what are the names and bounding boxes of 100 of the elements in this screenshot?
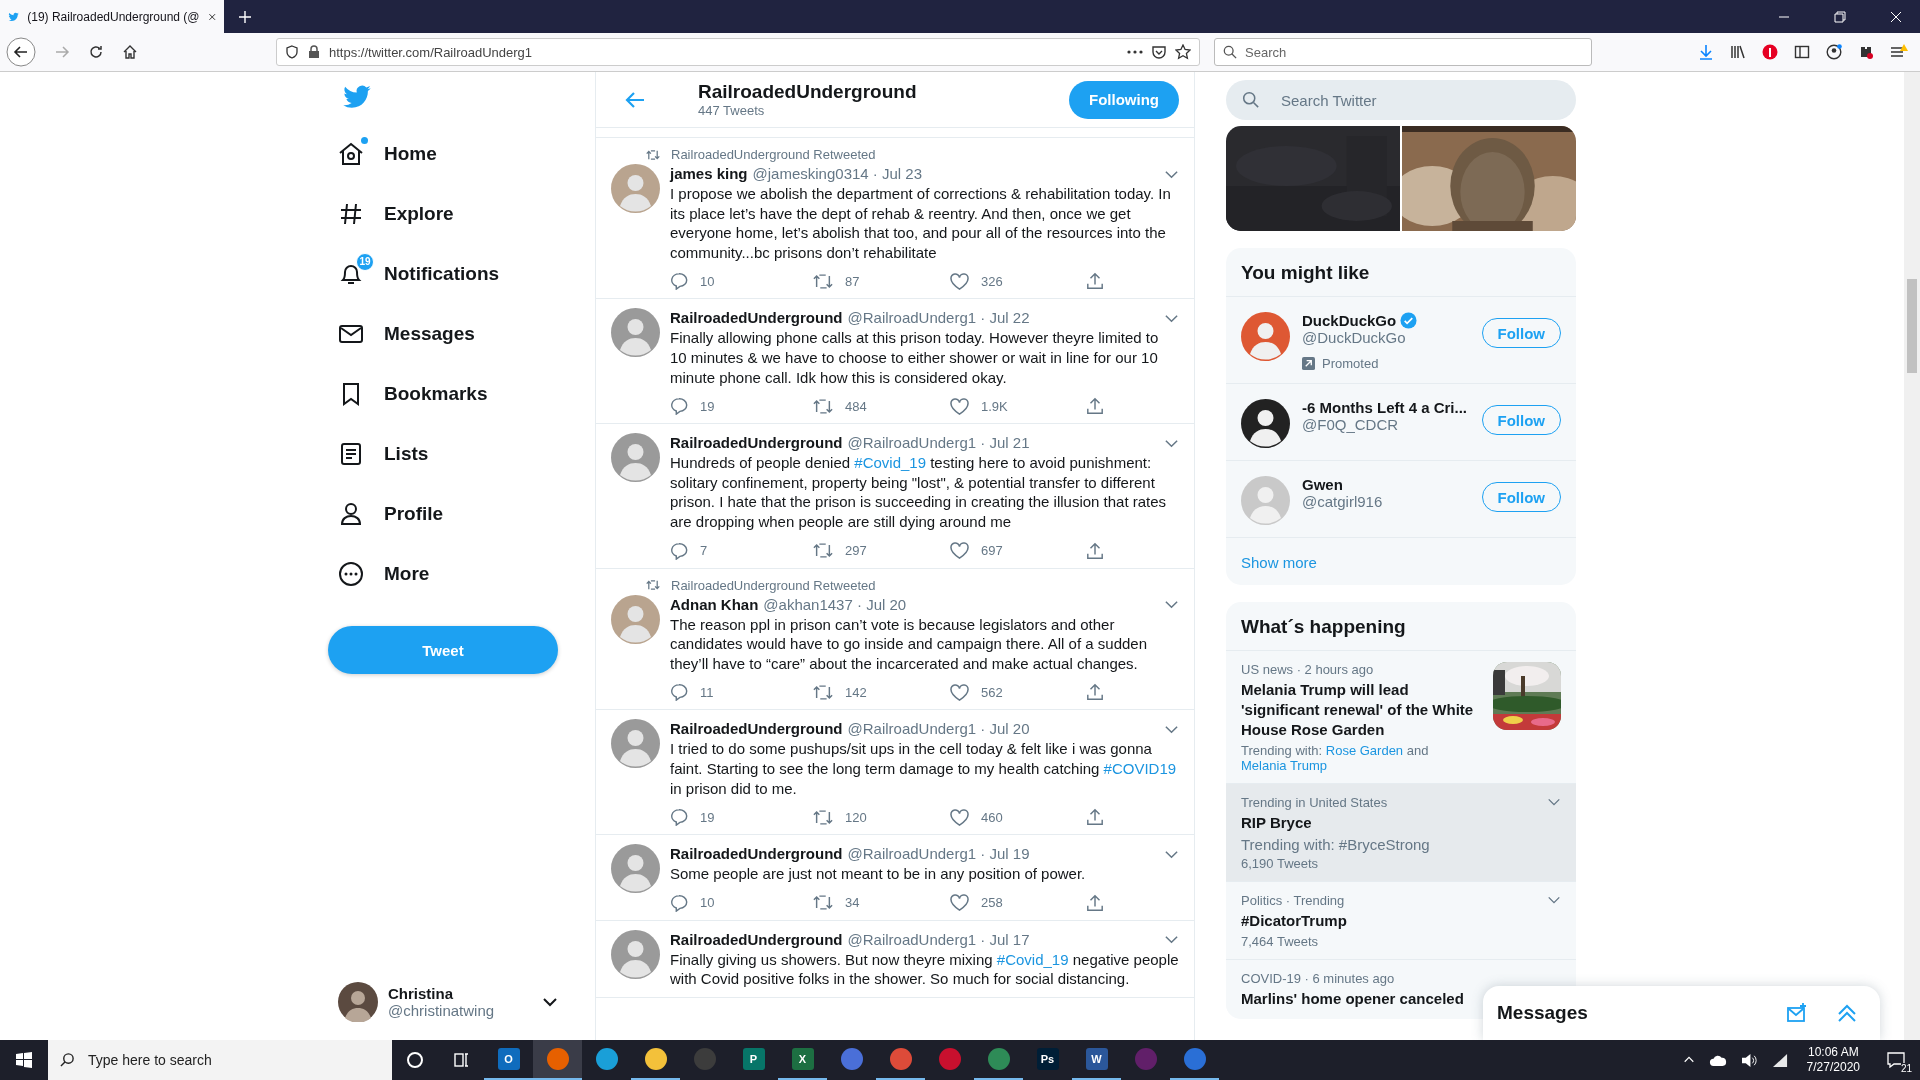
download-icon[interactable] xyxy=(1698,44,1714,60)
trend-tweet-count: 6,190 Tweets xyxy=(1241,856,1320,871)
heart-icon[interactable] xyxy=(950,894,969,912)
share-icon[interactable] xyxy=(1086,893,1104,912)
like-count: 697 xyxy=(981,543,1003,559)
nav-item[interactable]: Explore xyxy=(328,184,470,244)
nav-item[interactable]: Profile xyxy=(328,484,460,544)
tweet-count: 447 Tweets xyxy=(698,103,766,118)
star-icon[interactable] xyxy=(1175,44,1191,60)
heart-icon[interactable] xyxy=(950,397,969,415)
author-name[interactable]: RailroadedUnderground xyxy=(670,929,843,950)
heart-icon[interactable] xyxy=(950,272,969,290)
scrollbar[interactable] xyxy=(1904,72,1920,1040)
taskbar-app[interactable]: W xyxy=(1072,1040,1121,1080)
avatar-icon[interactable] xyxy=(1241,399,1290,448)
messages-drawer[interactable]: Messages xyxy=(1483,986,1880,1040)
nav-item[interactable]: Bookmarks xyxy=(328,364,504,424)
search-field[interactable]: Search Twitter xyxy=(1226,80,1576,120)
heart-icon[interactable] xyxy=(950,683,969,701)
library-icon[interactable] xyxy=(1730,44,1746,60)
like-count: 326 xyxy=(981,273,1003,289)
reload-icon[interactable] xyxy=(88,44,104,60)
pin-circle-icon[interactable] xyxy=(1762,44,1778,60)
extension-icon[interactable] xyxy=(1858,44,1874,60)
close-icon[interactable] xyxy=(1890,10,1902,23)
pocket-icon[interactable] xyxy=(1151,44,1167,60)
reply-icon[interactable] xyxy=(670,272,688,291)
task-view-icon[interactable] xyxy=(452,1051,470,1069)
clock-time: 10:06 AM xyxy=(1807,1045,1859,1060)
author-name[interactable]: RailroadedUnderground xyxy=(670,308,843,329)
nav-item[interactable]: 19 Notifications xyxy=(328,244,516,304)
retweet-icon[interactable] xyxy=(813,808,833,826)
taskbar-app[interactable]: P xyxy=(729,1040,778,1080)
heart-icon[interactable] xyxy=(950,542,969,560)
profile-name: RailroadedUnderground xyxy=(698,81,918,103)
home-icon[interactable] xyxy=(122,44,138,60)
user-name[interactable]: -6 Months Left 4 a Cri... xyxy=(1302,399,1467,416)
retweet-icon[interactable] xyxy=(813,894,833,912)
author-name[interactable]: Adnan Khan xyxy=(670,594,759,615)
taskbar-app[interactable]: X xyxy=(778,1040,827,1080)
retweet-icon[interactable] xyxy=(813,397,833,415)
sidebar-icon[interactable] xyxy=(1794,44,1810,60)
retweet-icon[interactable] xyxy=(813,683,833,701)
retweet-count: 297 xyxy=(845,543,867,559)
share-icon[interactable] xyxy=(1086,808,1104,827)
chevrons-up-icon[interactable] xyxy=(1836,1002,1858,1024)
user-name[interactable]: DuckDuckGo xyxy=(1302,312,1397,329)
windows-icon[interactable] xyxy=(16,1052,32,1068)
trend-meta: US news · 2 hours ago xyxy=(1241,662,1375,677)
heart-icon[interactable] xyxy=(950,808,969,826)
cloud-icon[interactable] xyxy=(1708,1053,1727,1067)
author-handle-date: @RailroadUnderg1 · Jul 19 xyxy=(847,844,1030,865)
retweet-icon[interactable] xyxy=(813,272,833,290)
author-name[interactable]: RailroadedUnderground xyxy=(670,719,843,740)
account-icon[interactable] xyxy=(1826,44,1842,60)
action-center-button[interactable]: 21 xyxy=(1878,1040,1914,1080)
share-icon[interactable] xyxy=(1086,272,1104,291)
trend-title: Melania Trump will lead 'significant renewal' of the White House Rose Garden xyxy=(1241,680,1475,740)
restore-icon[interactable] xyxy=(1834,10,1846,23)
taskbar-app[interactable] xyxy=(533,1040,582,1080)
avatar-icon xyxy=(338,982,378,1022)
share-icon[interactable] xyxy=(1086,541,1104,560)
taskbar-search-field[interactable]: Type here to search xyxy=(48,1040,392,1080)
reply-icon[interactable] xyxy=(670,541,688,560)
nav-item[interactable]: More xyxy=(328,544,446,604)
tweet-text: Finally giving us showers. But now theyre mixing #Covid_19 negative people with Covid positive folks in the shower. So much for social distancing. xyxy=(670,949,1179,989)
menu-icon[interactable] xyxy=(1890,44,1908,60)
tweet-text: I propose we abolish the department of corrections & rehabilitation today. In its place let’s have the dept of rehab & reentry. And then, once we get everyone home, let’s abolish that too, and pour all of the resources into the community...bc prisons don’t rehabilitate xyxy=(670,184,1172,263)
reply-count: 19 xyxy=(700,809,715,825)
card-title: You might like xyxy=(1226,248,1576,297)
nav-item[interactable]: Home xyxy=(328,124,453,184)
nav-item[interactable]: Lists xyxy=(328,424,445,484)
reply-icon[interactable] xyxy=(670,893,688,912)
reply-icon[interactable] xyxy=(670,397,688,416)
cortana-icon[interactable] xyxy=(406,1051,424,1069)
author-name[interactable]: james king xyxy=(670,164,748,184)
browser-tab[interactable]: (19) RailroadedUnderground (@ xyxy=(0,0,224,33)
account-switcher[interactable]: Christina @christinatwing xyxy=(328,978,568,1026)
back-icon[interactable] xyxy=(6,37,36,67)
reply-icon[interactable] xyxy=(670,683,688,702)
retweet-icon[interactable] xyxy=(813,542,833,560)
share-icon[interactable] xyxy=(1086,397,1104,416)
share-icon[interactable] xyxy=(1086,683,1104,702)
new-tab-icon[interactable] xyxy=(238,9,252,24)
tweet-text: Some people are just not meant to be in any position of power. xyxy=(670,864,1087,884)
wifi-icon[interactable] xyxy=(1771,1052,1789,1068)
trend-item[interactable]: Trending in United States RIP Bryce Trending with: #BryceStrong 6,190 Tweets xyxy=(1226,784,1576,882)
speaker-icon[interactable] xyxy=(1740,1052,1758,1068)
more-icon[interactable] xyxy=(1127,50,1143,54)
user-name[interactable]: Gwen xyxy=(1302,476,1343,493)
author-name[interactable]: RailroadedUnderground xyxy=(670,433,843,454)
retweet-count: 87 xyxy=(845,273,860,289)
author-name[interactable]: RailroadedUnderground xyxy=(670,844,843,865)
nav-item[interactable]: Messages xyxy=(328,304,491,364)
address-bar[interactable]: https://twitter.com/RailroadUnderg1 xyxy=(276,38,1200,66)
new-message-icon[interactable] xyxy=(1786,1002,1808,1024)
taskbar-app[interactable]: Ps xyxy=(1023,1040,1072,1080)
reply-icon[interactable] xyxy=(670,808,688,827)
search-field[interactable]: Search xyxy=(1214,38,1592,66)
promoted-label: Promoted xyxy=(1322,356,1379,371)
